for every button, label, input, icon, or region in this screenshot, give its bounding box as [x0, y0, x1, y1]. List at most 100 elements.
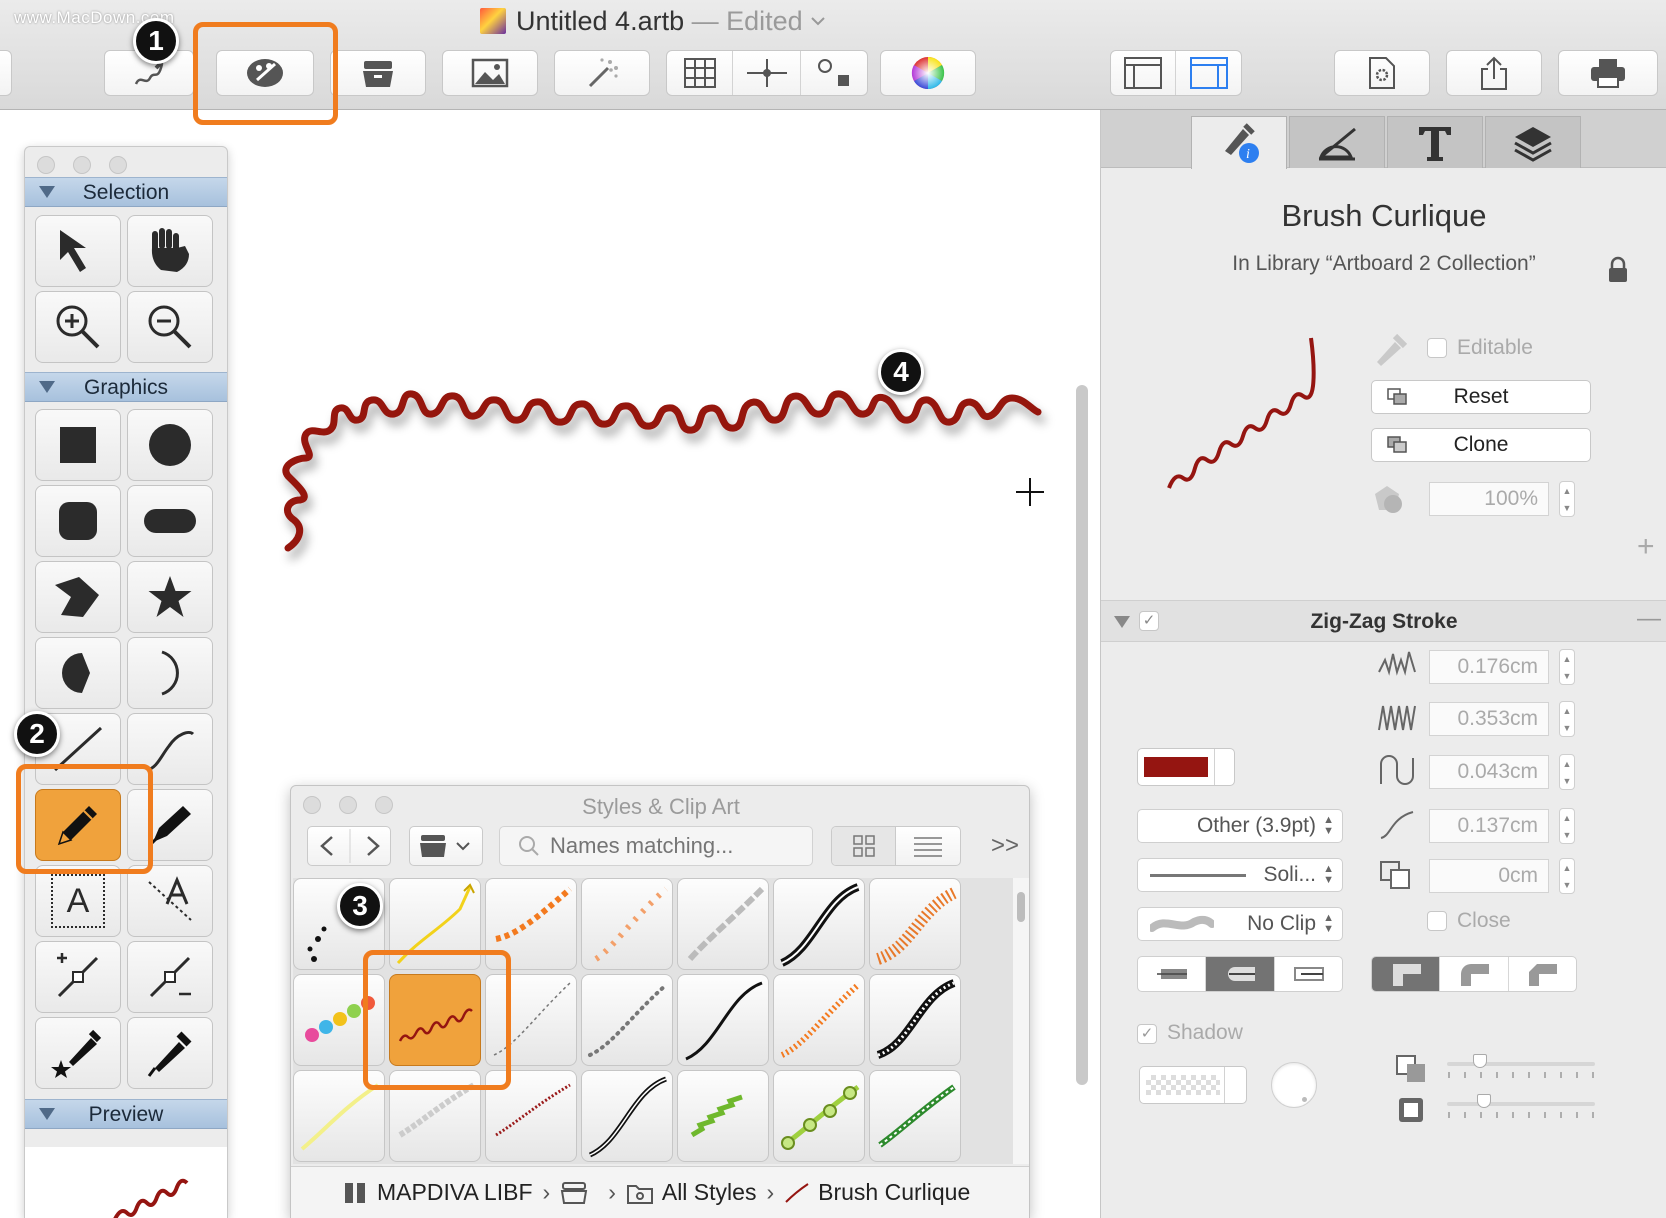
text-on-path-tool[interactable] — [127, 865, 213, 937]
document-title[interactable]: Untitled 4.artb — Edited — [480, 6, 826, 37]
document-proxy-icon[interactable] — [480, 8, 506, 34]
star-tool[interactable] — [127, 561, 213, 633]
search-input[interactable] — [550, 833, 810, 859]
opacity-stepper[interactable]: ▲ ▼ — [1559, 481, 1575, 517]
style-thumbnail[interactable] — [869, 974, 961, 1066]
scroll-thumb[interactable] — [1017, 892, 1025, 922]
editable-checkbox[interactable] — [1427, 338, 1447, 358]
list-view-toggle[interactable] — [896, 827, 960, 865]
zigzag-offset-field[interactable]: 0cm — [1429, 859, 1549, 893]
round-join-option[interactable] — [1440, 957, 1509, 991]
grid-view-toggle[interactable] — [832, 827, 896, 865]
style-thumbnail[interactable] — [677, 1070, 769, 1162]
shadow-color-well[interactable] — [1139, 1066, 1247, 1104]
style-thumbnail[interactable] — [773, 878, 865, 970]
arc-tool[interactable] — [127, 637, 213, 709]
style-thumbnail[interactable] — [869, 1070, 961, 1162]
shadow-blur-slider[interactable] — [1447, 1094, 1595, 1108]
pie-tool[interactable] — [35, 637, 121, 709]
palette-minimize-button[interactable] — [73, 156, 91, 174]
round-cap-option[interactable] — [1206, 957, 1275, 991]
zigzag-amplitude-field[interactable]: 0.176cm — [1429, 650, 1549, 684]
style-thumbnail[interactable] — [773, 1070, 865, 1162]
hand-tool[interactable] — [127, 215, 213, 287]
smoothness-stepper[interactable]: ▲ ▼ — [1559, 808, 1575, 844]
share-button[interactable] — [1446, 50, 1542, 96]
slider-knob[interactable] — [1473, 1054, 1487, 1068]
zigzag-roundness-field[interactable]: 0.043cm — [1429, 755, 1549, 789]
tab-style-info[interactable]: i — [1191, 116, 1287, 169]
library-menu-button[interactable] — [409, 826, 483, 866]
remove-effect-button[interactable]: — — [1637, 605, 1661, 633]
panel-scrollbar[interactable] — [1013, 878, 1029, 1164]
zigzag-smoothness-field[interactable]: 0.137cm — [1429, 809, 1549, 843]
style-thumbnail[interactable] — [677, 878, 769, 970]
overflow-button[interactable]: >> — [991, 832, 1019, 860]
text-tool[interactable]: A — [35, 865, 121, 937]
section-selection[interactable]: Selection — [25, 177, 227, 207]
opacity-field[interactable]: 100% — [1429, 482, 1549, 516]
close-checkbox[interactable] — [1427, 911, 1447, 931]
roundness-stepper[interactable]: ▲ ▼ — [1559, 754, 1575, 790]
slider-knob[interactable] — [1477, 1094, 1491, 1108]
colors-button[interactable] — [880, 50, 976, 96]
zigzag-wavelength-field[interactable]: 0.353cm — [1429, 702, 1549, 736]
amplitude-stepper[interactable]: ▲ ▼ — [1559, 649, 1575, 685]
document-settings-button[interactable] — [1334, 50, 1430, 96]
style-thumbnail[interactable] — [581, 974, 673, 1066]
butt-cap-option[interactable] — [1138, 957, 1207, 991]
clip-popup[interactable]: No Clip ▲ ▼ — [1137, 907, 1343, 941]
miter-join-option[interactable] — [1372, 957, 1441, 991]
layout-right-toggle[interactable] — [1176, 51, 1241, 95]
square-cap-option[interactable] — [1275, 957, 1342, 991]
shadow-offset-slider[interactable] — [1447, 1054, 1595, 1068]
rounded-rectangle-tool[interactable] — [35, 485, 121, 557]
clone-button[interactable]: Clone — [1371, 428, 1591, 462]
style-thumbnail[interactable] — [869, 878, 961, 970]
print-button[interactable] — [1558, 50, 1658, 96]
image-button[interactable] — [442, 50, 538, 96]
tab-geometry[interactable] — [1289, 116, 1385, 168]
pill-tool[interactable] — [127, 485, 213, 557]
add-point-tool[interactable] — [35, 941, 121, 1013]
shadow-checkbox[interactable]: ✓ — [1137, 1024, 1157, 1044]
shadow-angle-dial[interactable] — [1271, 1062, 1317, 1108]
toolbar-left-button[interactable] — [0, 50, 12, 96]
lock-icon[interactable] — [1607, 256, 1629, 284]
path-library[interactable]: MAPDIVA LIBF — [377, 1179, 533, 1206]
stroke-color-well[interactable] — [1137, 748, 1235, 786]
polygon-tool[interactable] — [35, 561, 121, 633]
canvas-vertical-scrollbar[interactable] — [1076, 385, 1088, 1085]
library-button[interactable] — [330, 50, 426, 96]
dash-style-popup[interactable]: Soli... ▲ ▼ — [1137, 858, 1343, 892]
oval-tool[interactable] — [127, 409, 213, 481]
effects-button[interactable] — [554, 50, 650, 96]
remove-point-tool[interactable] — [127, 941, 213, 1013]
section-graphics[interactable]: Graphics — [25, 372, 227, 402]
snap-toggle[interactable] — [801, 51, 867, 95]
tab-layers[interactable] — [1485, 116, 1581, 168]
style-thumbnail[interactable] — [581, 1070, 673, 1162]
style-thumbnail[interactable] — [773, 974, 865, 1066]
offset-stepper[interactable]: ▲ ▼ — [1559, 858, 1575, 894]
style-thumbnail[interactable] — [677, 974, 769, 1066]
layout-left-toggle[interactable] — [1111, 51, 1176, 95]
style-dropper-tool[interactable] — [35, 1017, 121, 1089]
wavelength-stepper[interactable]: ▲ ▼ — [1559, 701, 1575, 737]
palette-close-button[interactable] — [37, 156, 55, 174]
curlique-stroke[interactable] — [260, 350, 1060, 600]
grid-toggle[interactable] — [667, 51, 733, 95]
rectangle-tool[interactable] — [35, 409, 121, 481]
guides-toggle[interactable] — [733, 51, 801, 95]
selection-tool[interactable] — [35, 215, 121, 287]
path-current-style[interactable]: Brush Curlique — [818, 1179, 970, 1206]
bevel-join-option[interactable] — [1509, 957, 1576, 991]
chevron-down-icon[interactable] — [810, 16, 826, 26]
zoom-in-tool[interactable] — [35, 291, 121, 363]
add-effect-button[interactable]: + — [1637, 530, 1655, 564]
stroke-width-popup[interactable]: Other (3.9pt) ▲ ▼ — [1137, 809, 1343, 843]
section-preview[interactable]: Preview — [25, 1099, 227, 1129]
path-all-styles[interactable]: All Styles — [662, 1179, 757, 1206]
search-field[interactable] — [499, 826, 813, 866]
tab-text[interactable] — [1387, 116, 1483, 168]
